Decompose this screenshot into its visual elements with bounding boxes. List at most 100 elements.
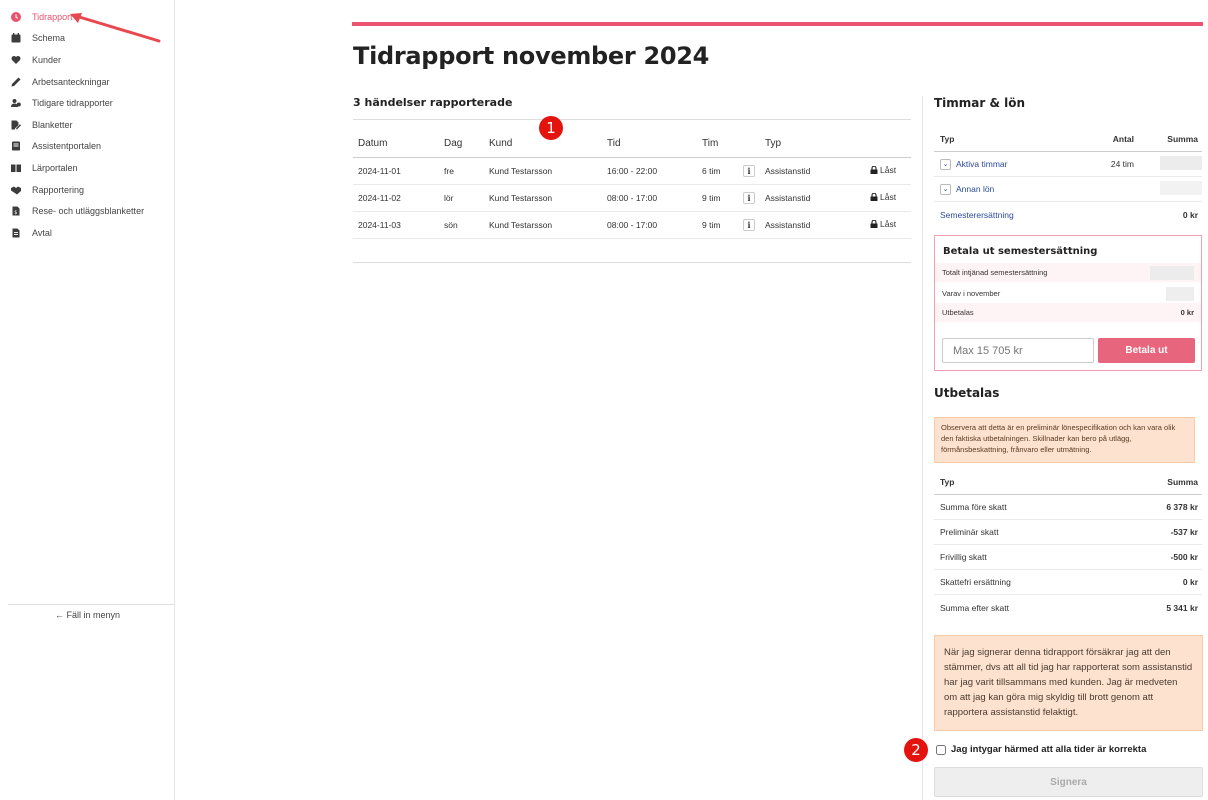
- locked-status: Låst: [870, 165, 896, 175]
- hidden-amount: [1160, 181, 1202, 195]
- payout-row: Utbetalas 0 kr: [935, 303, 1201, 322]
- payout-row: Totalt intjänad semestersättning: [935, 263, 1201, 282]
- sidebar-item-label: Avtal: [32, 227, 52, 238]
- file-edit-icon: [11, 120, 21, 130]
- table-row: Semesterersättning 0 kr: [940, 209, 1198, 220]
- cell-time: 16:00 - 22:00: [602, 157, 697, 185]
- sign-button[interactable]: Signera: [934, 767, 1203, 797]
- sidebar-item-rese-och-utlaggsblanketter[interactable]: $ Rese- och utläggsblanketter: [0, 200, 174, 222]
- hidden-amount: [1160, 156, 1202, 170]
- info-icon[interactable]: i: [743, 218, 755, 231]
- lock-icon: [870, 166, 878, 174]
- table-row[interactable]: 2024-11-02 lör Kund Testarsson 08:00 - 1…: [353, 184, 911, 212]
- table-row[interactable]: 2024-11-01 fre Kund Testarsson 16:00 - 2…: [353, 157, 911, 185]
- column-header-info: [738, 130, 760, 158]
- sidebar-item-label: Tidrapport: [32, 11, 73, 22]
- hidden-amount: [1150, 265, 1194, 280]
- table-row[interactable]: ⌄ Annan lön: [934, 177, 1202, 202]
- chevron-down-icon[interactable]: ⌄: [940, 183, 951, 195]
- utbetalas-table: Typ Summa Summa före skatt 6 378 kr Prel…: [934, 470, 1202, 620]
- annotation-badge-2: 2: [904, 738, 928, 762]
- sidebar-item-label: Lärportalen: [32, 162, 78, 173]
- svg-text:$: $: [14, 210, 17, 216]
- cell-day: sön: [439, 211, 484, 239]
- certify-checkbox-row[interactable]: Jag intygar härmed att alla tider är kor…: [936, 744, 1146, 755]
- cell-customer: Kund Testarsson: [484, 157, 602, 185]
- table-row: Skattefri ersättning 0 kr: [934, 570, 1202, 595]
- column-header-datum: Datum: [353, 130, 439, 158]
- column-header-typ: Typ: [760, 130, 865, 158]
- hours-pay-title: Timmar & lön: [934, 96, 1026, 110]
- cell-type: Assistanstid: [760, 211, 865, 239]
- chevron-down-icon[interactable]: ⌄: [940, 158, 951, 170]
- cell-hours: 9 tim: [697, 184, 738, 212]
- handshake-icon: [11, 185, 21, 195]
- locked-status: Låst: [870, 219, 896, 229]
- payout-panel: Betala ut semestersättning Totalt intjän…: [934, 235, 1202, 371]
- accent-bar: [352, 22, 1203, 26]
- book-icon: [11, 141, 21, 151]
- table-row: Summa efter skatt 5 341 kr: [940, 602, 1198, 613]
- sidebar-item-kunder[interactable]: Kunder: [0, 49, 174, 71]
- column-header-dag: Dag: [439, 130, 484, 158]
- receipt-icon: $: [11, 206, 21, 216]
- cell-customer: Kund Testarsson: [484, 211, 602, 239]
- heart-icon: [11, 55, 21, 65]
- sidebar-item-rapportering[interactable]: Rapportering: [0, 179, 174, 201]
- sidebar-item-label: Tidigare tidrapporter: [32, 98, 113, 109]
- table-row: Frivillig skatt -500 kr: [934, 545, 1202, 570]
- document-icon: [11, 228, 21, 238]
- table-row[interactable]: 2024-11-03 sön Kund Testarsson 08:00 - 1…: [353, 211, 911, 239]
- info-icon[interactable]: i: [743, 191, 755, 204]
- column-divider: [922, 96, 923, 800]
- sidebar-item-label: Blanketter: [32, 119, 73, 130]
- users-icon: [11, 98, 21, 108]
- sidebar-item-tidigare-tidrapporter[interactable]: Tidigare tidrapporter: [0, 92, 174, 114]
- sidebar-item-label: Rapportering: [32, 184, 85, 195]
- table-row: Summa före skatt 6 378 kr: [934, 495, 1202, 520]
- preliminary-notice: Observera att detta är en preliminär lön…: [934, 417, 1195, 463]
- utbetalas-title: Utbetalas: [934, 386, 1000, 400]
- payout-amount-input[interactable]: [942, 338, 1094, 363]
- table-row[interactable]: ⌄ Aktiva timmar 24 tim: [934, 152, 1202, 177]
- divider: [353, 119, 911, 120]
- certify-checkbox[interactable]: [936, 744, 946, 755]
- cell-hours: 9 tim: [697, 211, 738, 239]
- sidebar-item-avtal[interactable]: Avtal: [0, 222, 174, 244]
- sidebar-item-label: Arbetsanteckningar: [32, 76, 110, 87]
- sidebar-item-label: Rese- och utläggsblanketter: [32, 206, 145, 217]
- cell-hours: 6 tim: [697, 157, 738, 185]
- column-header-kund: Kund: [484, 130, 602, 158]
- divider: [353, 262, 911, 263]
- sidebar-item-arbetsanteckningar[interactable]: Arbetsanteckningar: [0, 71, 174, 93]
- cell-date: 2024-11-03: [353, 211, 439, 239]
- certification-notice: När jag signerar denna tidrapport försäk…: [934, 635, 1203, 731]
- sidebar-item-label: Schema: [32, 33, 66, 44]
- cell-customer: Kund Testarsson: [484, 184, 602, 212]
- sidebar-item-assistentportalen[interactable]: Assistentportalen: [0, 136, 174, 158]
- column-header-status: [865, 130, 911, 158]
- hidden-amount: [1166, 286, 1194, 301]
- collapse-menu-button[interactable]: ← Fäll in menyn: [0, 610, 175, 620]
- cell-date: 2024-11-01: [353, 157, 439, 185]
- sidebar-item-blanketter[interactable]: Blanketter: [0, 114, 174, 136]
- hours-pay-table: Typ Antal Summa ⌄ Aktiva timmar 24 tim ⌄…: [934, 127, 1202, 227]
- page-title: Tidrapport november 2024: [353, 42, 710, 70]
- column-header-tim: Tim: [697, 130, 738, 158]
- lock-icon: [870, 220, 878, 228]
- sidebar: Tidrapport Schema Kunder Arbetsantecknin…: [0, 0, 175, 800]
- sidebar-item-larportalen[interactable]: Lärportalen: [0, 157, 174, 179]
- cell-day: fre: [439, 157, 484, 185]
- cell-day: lör: [439, 184, 484, 212]
- clock-icon: [11, 11, 21, 22]
- sidebar-divider: [8, 604, 174, 605]
- payout-button[interactable]: Betala ut: [1098, 338, 1195, 363]
- cell-type: Assistanstid: [760, 157, 865, 185]
- cell-type: Assistanstid: [760, 184, 865, 212]
- table-row: Preliminär skatt -537 kr: [934, 520, 1202, 545]
- info-icon[interactable]: i: [743, 164, 755, 177]
- annotation-arrow-icon: [70, 13, 161, 43]
- cell-time: 08:00 - 17:00: [602, 211, 697, 239]
- calendar-icon: [11, 33, 21, 43]
- events-title: 3 händelser rapporterade: [353, 96, 513, 109]
